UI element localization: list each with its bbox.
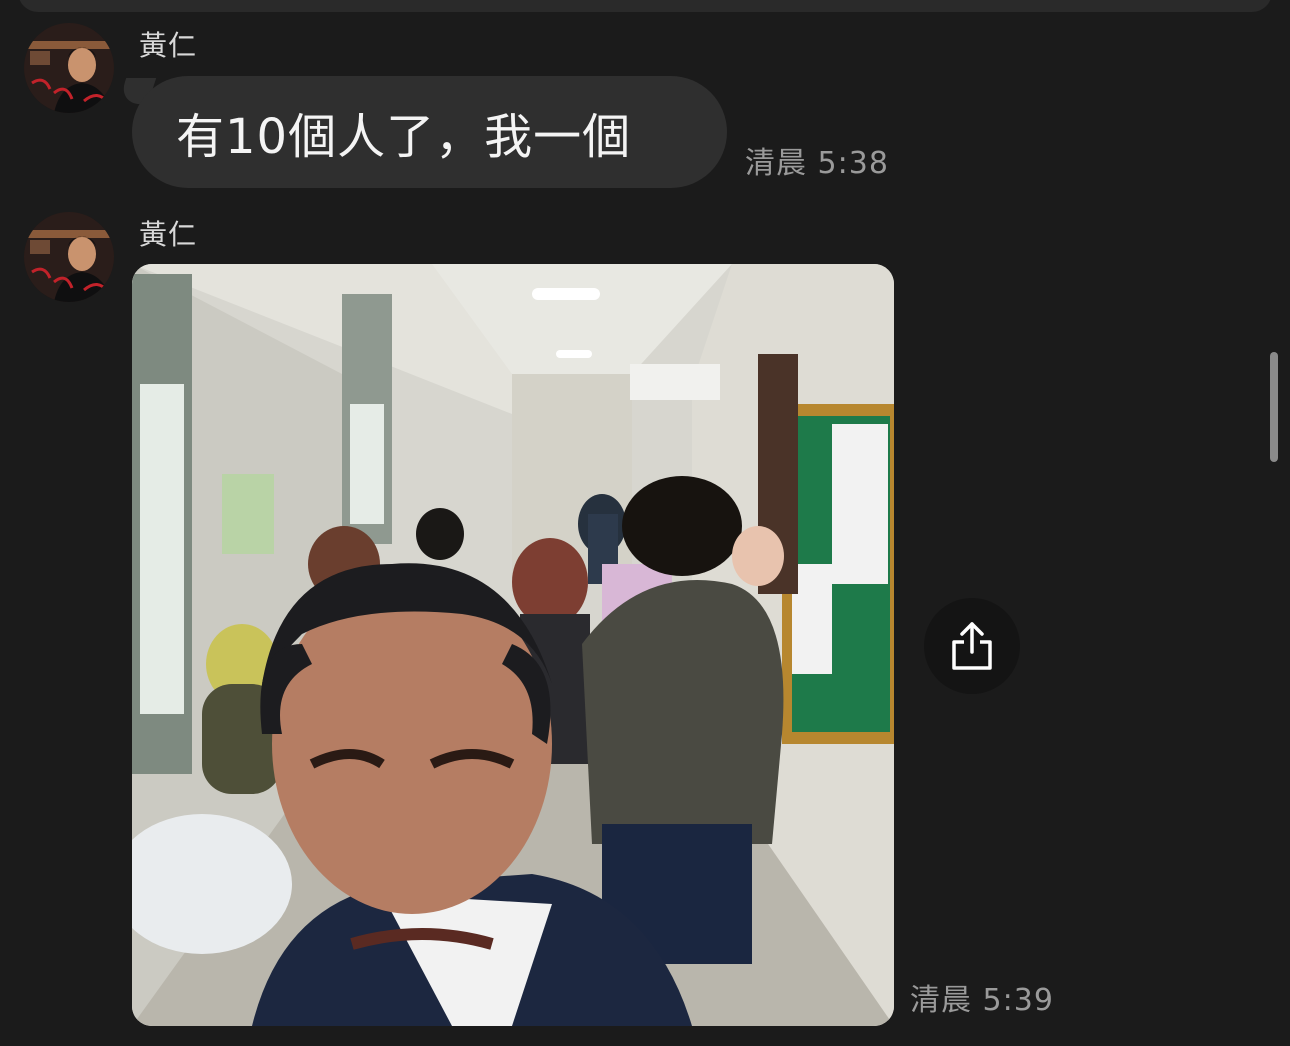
message-photo[interactable] [132, 264, 894, 1026]
user-avatar-icon [24, 212, 114, 302]
previous-message-bubble[interactable] [18, 0, 1272, 12]
message-timestamp: 清晨 5:38 [745, 146, 889, 181]
scrollbar[interactable] [1270, 352, 1278, 462]
sender-name: 黃仁 [139, 218, 198, 251]
message-text: 有10個人了，我一個 [176, 109, 632, 165]
sender-avatar[interactable] [24, 212, 114, 302]
sender-avatar[interactable] [24, 23, 114, 113]
share-icon [952, 622, 992, 670]
share-button[interactable] [924, 598, 1020, 694]
message-timestamp: 清晨 5:39 [910, 983, 1054, 1018]
sender-name: 黃仁 [139, 29, 198, 62]
chat-view: 黃仁 有10個人了，我一個 清晨 5:38 黃仁 清晨 5:39 [0, 0, 1290, 1046]
user-avatar-icon [24, 23, 114, 113]
message-bubble[interactable]: 有10個人了，我一個 [132, 76, 727, 188]
selfie-hallway-photo-icon [132, 264, 894, 1026]
